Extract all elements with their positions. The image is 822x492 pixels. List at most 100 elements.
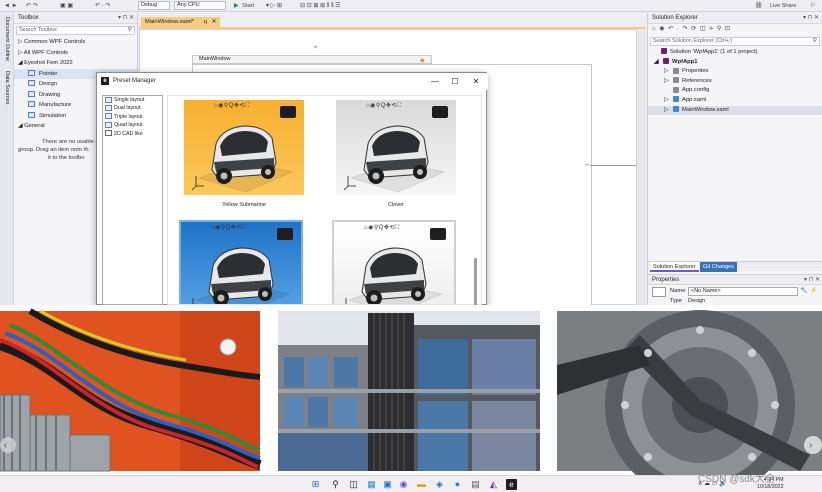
platform-dropdown[interactable]: Any CPU xyxy=(174,1,226,10)
edge-icon[interactable]: ● xyxy=(452,479,463,490)
close-icon[interactable]: ✕ xyxy=(211,19,216,25)
undo-redo-icon[interactable]: ↶ · ↷ xyxy=(95,2,110,10)
expand-arrow-icon[interactable]: ◢ xyxy=(18,60,22,66)
expand-arrow-icon[interactable]: ◢ xyxy=(654,58,663,68)
solution-search-input[interactable]: Search Solution Explorer (Ctrl+;) ⚲ xyxy=(650,37,820,46)
gallery-image-gear[interactable] xyxy=(557,310,822,492)
expand-arrow-icon[interactable]: ▷ xyxy=(664,106,673,116)
preset-viewport xyxy=(334,222,454,304)
document-outline-tab[interactable]: Document Outline xyxy=(4,17,10,61)
references-icon xyxy=(673,77,679,84)
solution-tree-item[interactable]: ▷ References xyxy=(648,77,822,87)
toolbox-item-label: Manufacture xyxy=(39,102,72,108)
live-share-icon[interactable]: ⛓ xyxy=(755,2,763,10)
tab-solution-explorer[interactable]: Solution Explorer xyxy=(650,262,699,272)
search-icon: ⚲ xyxy=(812,38,817,44)
solution-tree-label: Properties xyxy=(682,68,709,75)
config-dropdown[interactable]: Debug xyxy=(138,1,170,10)
toolbox-group-label: Common WPF Controls xyxy=(24,39,86,45)
back-icon[interactable]: ◄ ► xyxy=(4,2,18,10)
preset-label: Yellow Submarine xyxy=(222,202,266,208)
solution-tree-item[interactable]: ◢ WpfApp1 xyxy=(648,58,822,68)
misc-toolbar-icons[interactable]: ⊟ ⊡ ⊠ ⊞ ⫴ ⫴ ☰ xyxy=(300,2,341,10)
minimize-button[interactable]: — xyxy=(425,73,445,90)
resize-handle-icon[interactable]: ⇔ xyxy=(584,162,590,168)
layout-item[interactable]: Single layout xyxy=(103,96,162,104)
file-explorer-icon[interactable]: ▬ xyxy=(416,479,427,490)
preset-card[interactable]: ⌂◉⚲Q✥⟲⛶ xyxy=(179,220,303,304)
car-hub xyxy=(370,294,378,302)
solution-tree-item[interactable]: App.config xyxy=(648,86,822,96)
toolbox-group[interactable]: ▷ Common WPF Controls xyxy=(14,37,137,48)
gallery-image-building[interactable] xyxy=(278,311,540,471)
solution-tree-label: WpfApp1 xyxy=(672,58,698,65)
toolbox-group-label: All WPF Controls xyxy=(23,49,68,56)
toolbox-group[interactable]: ▷ All WPF Controls xyxy=(14,48,137,59)
start-button[interactable]: Start xyxy=(242,2,254,10)
solution-tree-item[interactable]: Solution 'WpfApp1' (1 of 1 project) xyxy=(648,48,822,58)
name-field[interactable]: <No Name> xyxy=(688,287,798,296)
properties-title: Properties xyxy=(652,277,680,283)
widgets-icon[interactable]: ▦ xyxy=(366,479,377,490)
visual-studio-icon[interactable]: ◭ xyxy=(488,479,499,490)
solution-tree-item[interactable]: ▷ MainWindow.xaml xyxy=(648,105,822,116)
toolbox-group[interactable]: ◢ Eyeshot Fem 2022 xyxy=(14,58,137,69)
expand-arrow-icon[interactable]: ▷ xyxy=(18,39,22,45)
solution-explorer-toolbar[interactable]: ⌂ ◉ ↶ · ↷ ⟳ ◫ ⟡ ⚲ ⊡ xyxy=(648,24,822,35)
expand-arrow-icon[interactable]: ▷ xyxy=(664,96,673,106)
app-icon[interactable]: ▤ xyxy=(470,479,481,490)
expand-arrow-icon[interactable]: ▷ xyxy=(18,50,22,56)
gallery-image-electronics[interactable] xyxy=(0,308,262,472)
solution-tree-item[interactable]: ▷ Properties xyxy=(648,67,822,77)
layout-item[interactable]: Dual layout xyxy=(103,104,162,112)
layout-item[interactable]: Quad layout xyxy=(103,121,162,129)
gallery-prev-arrow[interactable]: ‹ xyxy=(4,440,7,451)
expand-arrow-icon[interactable]: ▷ xyxy=(664,67,673,77)
feedback-icon[interactable]: ⚐ xyxy=(810,2,815,10)
start-menu-icon[interactable]: ⊞ xyxy=(310,479,321,490)
browser-icon[interactable]: ◈ xyxy=(434,479,445,490)
expand-arrow-icon[interactable]: ▷ xyxy=(664,77,673,87)
lightning-icon[interactable]: ⚡ xyxy=(810,287,817,294)
gallery-next-arrow[interactable]: › xyxy=(809,440,812,451)
car-hub xyxy=(220,172,228,180)
start-icon[interactable]: ▶ xyxy=(234,2,239,10)
search-icon[interactable]: ⚲ xyxy=(330,479,341,490)
view-cube-icon xyxy=(432,106,448,118)
maximize-button[interactable]: ☐ xyxy=(445,73,465,90)
toolbox-search-input[interactable]: Search Toolbox ⚲ xyxy=(16,26,135,35)
preset-card[interactable]: ⌂◉⚲Q✥⟲⛶ xyxy=(336,100,456,195)
live-share-button[interactable]: Live Share xyxy=(770,2,796,10)
designer-scrollbar[interactable] xyxy=(637,29,646,305)
lightbulb-icon[interactable]: ◆ xyxy=(420,57,425,64)
chat-icon[interactable]: ◉ xyxy=(398,479,409,490)
undo-icon[interactable]: ↶ ↷ xyxy=(26,2,38,10)
panel-pin-icon[interactable]: ▾ ⊓ ✕ xyxy=(804,275,820,285)
layout-item-label: Quad layout xyxy=(114,122,143,129)
store-icon[interactable]: ▣ xyxy=(382,479,393,490)
preset-viewport xyxy=(336,100,456,195)
task-view-icon[interactable]: ◫ xyxy=(348,479,359,490)
pin-icon[interactable]: ɥ xyxy=(204,19,207,25)
layout-item[interactable]: 2D CAD like xyxy=(103,130,162,138)
preset-card[interactable]: ⌂◉⚲Q✥⟲⛶ xyxy=(184,100,304,195)
viewport-toolbar: ⌂◉⚲Q✥⟲⛶ xyxy=(364,225,400,231)
tab-git-changes[interactable]: Git Changes xyxy=(700,262,738,272)
toolbox-item-label: Pointer xyxy=(39,70,58,77)
layout-icon xyxy=(105,121,112,128)
preset-grid-scrollbar[interactable] xyxy=(474,258,477,306)
type-label: Type xyxy=(670,298,682,304)
tab-mainwindow-xaml[interactable]: MainWindow.xaml* ɥ ✕ xyxy=(141,17,221,27)
properties-panel: Properties ▾ ⊓ ✕ Name <No Name> 🔧 ⚡ Type… xyxy=(648,274,822,305)
data-sources-tab[interactable]: Data Sources xyxy=(4,71,10,104)
wrench-icon[interactable]: 🔧 xyxy=(800,287,807,294)
preset-card[interactable]: ⌂◉⚲Q✥⟲⛶ xyxy=(332,220,456,304)
save-all-icon[interactable]: ▣ ▣ xyxy=(60,2,73,10)
panel-pin-icon[interactable]: ▾ ⊓ ✕ xyxy=(803,13,819,24)
run-options-icon[interactable]: ▾ ▷ ⊞ xyxy=(266,2,282,10)
panel-pin-icon[interactable]: ▾ ⊓ ✕ xyxy=(118,13,134,24)
close-button[interactable]: ✕ xyxy=(466,73,486,90)
eyeshot-taskbar-icon[interactable]: e xyxy=(506,479,517,490)
solution-tree-item[interactable]: ▷ App.xaml xyxy=(648,96,822,106)
layout-item[interactable]: Triple layout xyxy=(103,113,162,121)
